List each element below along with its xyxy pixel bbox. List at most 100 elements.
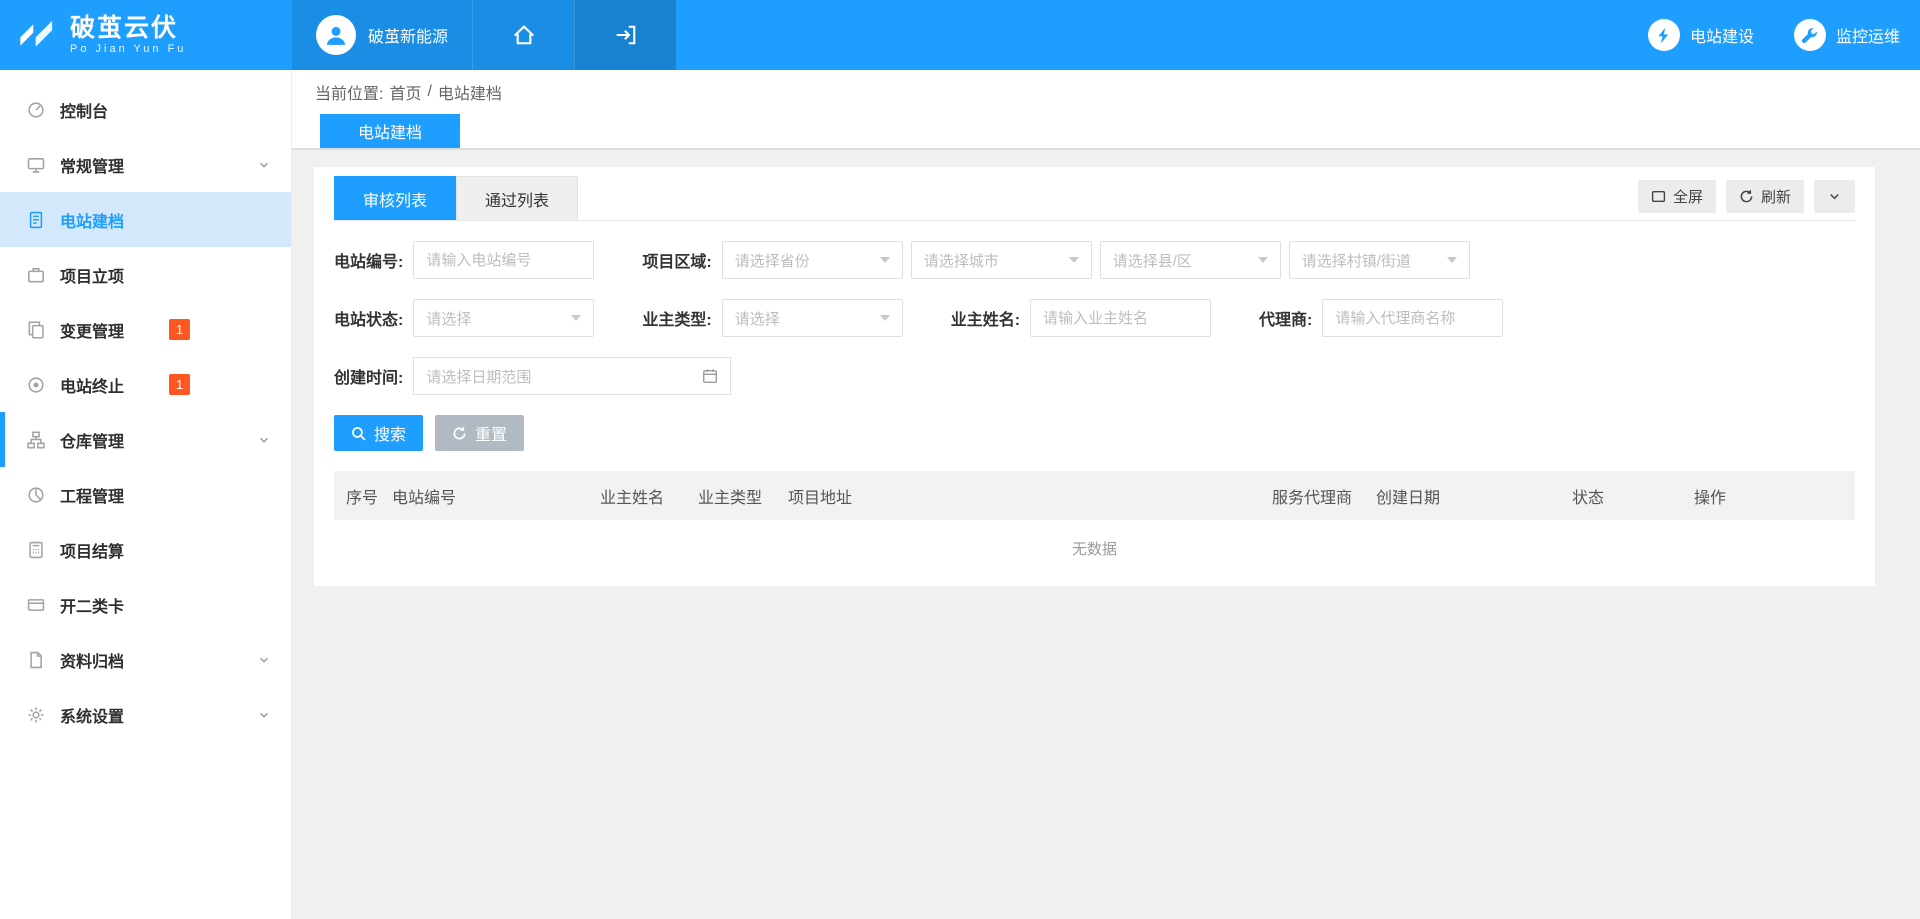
date-range-input[interactable]: 请选择日期范围 (413, 357, 731, 395)
sidebar-item-label: 开二类卡 (60, 593, 124, 617)
sidebar-item-station-archive[interactable]: 电站建档 (0, 192, 291, 247)
caret-down-icon (880, 257, 890, 263)
col-header-actions: 操作 (1682, 484, 1855, 508)
pie-chart-icon (27, 486, 45, 504)
gear-icon (27, 706, 45, 724)
sidebar-item-data-archive[interactable]: 资料归档 (0, 632, 291, 687)
tab-review-list[interactable]: 审核列表 (334, 176, 456, 220)
home-button[interactable] (472, 0, 574, 70)
reset-icon (452, 426, 467, 441)
caret-down-icon (1069, 257, 1079, 263)
nav-station-build[interactable]: 电站建设 (1628, 0, 1774, 70)
town-select[interactable]: 请选择村镇/街道 (1289, 241, 1470, 279)
filter-row-3: 创建时间: 请选择日期范围 (334, 357, 1855, 395)
search-button[interactable]: 搜索 (334, 415, 423, 451)
sidebar-item-label: 仓库管理 (60, 428, 124, 452)
filter-created-time: 创建时间: 请选择日期范围 (334, 357, 731, 395)
sidebar-item-project-settlement[interactable]: 项目结算 (0, 522, 291, 577)
collapse-filter-button[interactable] (1814, 180, 1855, 213)
col-header-service-agent: 服务代理商 (1260, 484, 1364, 508)
calendar-icon (702, 368, 718, 384)
sidebar-item-system-settings[interactable]: 系统设置 (0, 687, 291, 742)
home-icon (512, 23, 536, 47)
nav-monitor-ops-label: 监控运维 (1836, 23, 1900, 47)
filter-owner-name: 业主姓名: (951, 299, 1211, 337)
sidebar-item-warehouse-mgmt[interactable]: 仓库管理 (0, 412, 291, 467)
city-select[interactable]: 请选择城市 (911, 241, 1092, 279)
nav-monitor-ops[interactable]: 监控运维 (1774, 0, 1920, 70)
sidebar-item-label: 变更管理 (60, 318, 124, 342)
main-area: 当前位置: 首页 / 电站建档 电站建档 审核列表 通过列表 (292, 70, 1920, 919)
refresh-label: 刷新 (1761, 186, 1791, 207)
app-logo: 破茧云伏 Po Jian Yun Fu (0, 0, 292, 70)
station-no-input[interactable] (413, 241, 594, 279)
province-select[interactable]: 请选择省份 (722, 241, 903, 279)
filter-station-status: 电站状态: 请选择 (334, 299, 594, 337)
change-mgmt-badge: 1 (169, 319, 190, 340)
fullscreen-button[interactable]: 全屏 (1638, 180, 1716, 213)
col-header-index: 序号 (334, 484, 380, 508)
province-select-placeholder: 请选择省份 (735, 250, 810, 271)
sidebar-item-class2-card[interactable]: 开二类卡 (0, 577, 291, 632)
search-label: 搜索 (374, 421, 406, 445)
sidebar-item-label: 项目结算 (60, 538, 124, 562)
wrench-icon (1794, 19, 1826, 51)
results-table: 序号 电站编号 业主姓名 业主类型 项目地址 服务代理商 创建日期 状态 操作 … (334, 471, 1855, 576)
logo-subtitle: Po Jian Yun Fu (70, 43, 186, 55)
county-select[interactable]: 请选择县/区 (1100, 241, 1281, 279)
station-status-select[interactable]: 请选择 (413, 299, 594, 337)
sidebar-item-general-mgmt[interactable]: 常规管理 (0, 137, 291, 192)
signin-button[interactable] (574, 0, 676, 70)
fullscreen-label: 全屏 (1673, 186, 1703, 207)
agent-input[interactable] (1322, 299, 1503, 337)
sidebar-item-engineering-mgmt[interactable]: 工程管理 (0, 467, 291, 522)
caret-down-icon (880, 315, 890, 321)
station-termination-badge: 1 (169, 374, 190, 395)
record-circle-icon (27, 376, 45, 394)
chevron-down-icon (257, 433, 271, 447)
station-status-placeholder: 请选择 (426, 308, 471, 329)
station-archive-panel: 审核列表 通过列表 全屏 刷新 (314, 167, 1875, 586)
sidebar-item-label: 电站终止 (60, 373, 124, 397)
sidebar-item-label: 资料归档 (60, 648, 124, 672)
user-menu[interactable]: 破茧新能源 (292, 0, 472, 70)
col-header-owner-type: 业主类型 (686, 484, 776, 508)
station-status-label: 电站状态: (334, 306, 403, 330)
breadcrumb-home-link[interactable]: 首页 (389, 80, 421, 104)
filter-owner-type: 业主类型: 请选择 (642, 299, 902, 337)
col-header-station-no: 电站编号 (380, 484, 588, 508)
reset-button[interactable]: 重置 (435, 415, 524, 451)
owner-name-input[interactable] (1030, 299, 1211, 337)
copy-icon (27, 321, 45, 339)
sidebar-item-console[interactable]: 控制台 (0, 82, 291, 137)
lightning-icon (1648, 19, 1680, 51)
refresh-button[interactable]: 刷新 (1726, 180, 1804, 213)
col-header-created-date: 创建日期 (1364, 484, 1560, 508)
avatar (316, 15, 356, 55)
region-selects: 请选择省份 请选择城市 请选择县/区 (722, 241, 1470, 279)
sidebar-item-change-mgmt[interactable]: 变更管理 1 (0, 302, 291, 357)
sidebar-item-station-termination[interactable]: 电站终止 1 (0, 357, 291, 412)
reset-label: 重置 (475, 421, 507, 445)
sidebar-item-label: 电站建档 (60, 208, 124, 232)
card-icon (27, 596, 45, 614)
refresh-icon (1739, 189, 1754, 204)
filter-form: 电站编号: 项目区域: 请选择省份 请选择城市 (334, 221, 1855, 451)
sidebar: 控制台 常规管理 电站建档 (0, 70, 292, 919)
calculator-icon (27, 541, 45, 559)
sidebar-item-label: 常规管理 (60, 153, 124, 177)
page-tab-station-archive[interactable]: 电站建档 (320, 114, 460, 148)
owner-type-select[interactable]: 请选择 (722, 299, 903, 337)
county-select-placeholder: 请选择县/区 (1113, 250, 1192, 271)
sidebar-item-label: 控制台 (60, 98, 108, 122)
logo-icon (18, 19, 58, 51)
breadcrumb-separator: / (427, 83, 431, 101)
filter-actions: 搜索 重置 (334, 415, 1855, 451)
owner-type-label: 业主类型: (642, 306, 711, 330)
table-header-row: 序号 电站编号 业主姓名 业主类型 项目地址 服务代理商 创建日期 状态 操作 (334, 471, 1855, 520)
search-icon (351, 426, 366, 441)
app-header: 破茧云伏 Po Jian Yun Fu 破茧新能源 (0, 0, 1920, 70)
sidebar-item-project-initiation[interactable]: 项目立项 (0, 247, 291, 302)
tab-passed-list[interactable]: 通过列表 (456, 176, 578, 220)
caret-down-icon (571, 315, 581, 321)
